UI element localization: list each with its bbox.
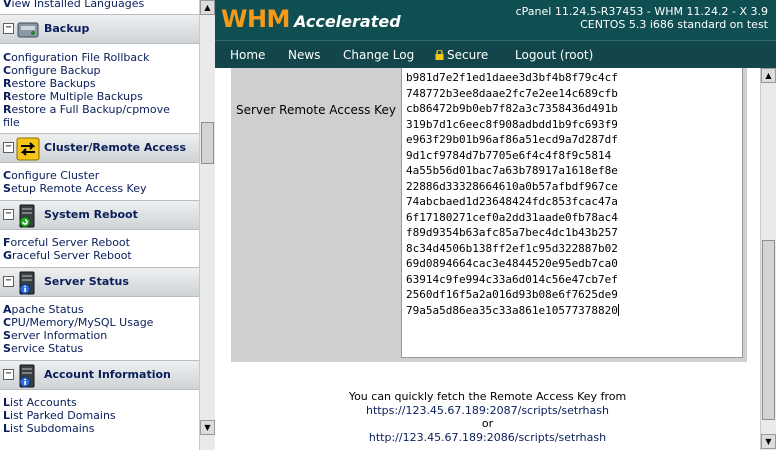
fetch-key-message: You can quickly fetch the Remote Access … [215,390,760,444]
nav-link-view-installed-languages[interactable]: View Installed Languages [3,0,144,10]
nav-link-list-accounts[interactable]: List Accounts [3,396,77,409]
key-line: 63914c9fe994c33a6d014c56e47cb7ef [406,272,618,286]
nav-link-forceful-server-reboot[interactable]: Forceful Server Reboot [3,236,130,249]
nav-link-server-information[interactable]: Server Information [3,329,107,342]
remote-access-key-textarea[interactable]: b981d7e2f1ed1daee3d3bf4b8f79c4cf 748772b3… [401,68,743,358]
nav-link-graceful-server-reboot[interactable]: Graceful Server Reboot [3,249,132,262]
nav-link-restore-multiple-backups[interactable]: Restore Multiple Backups [3,90,143,103]
left-nav-scrollbar[interactable]: ▲ ▼ [199,0,215,450]
left-nav-pane: View Installed Languages − Backup Config… [0,0,215,450]
collapse-toggle-icon[interactable]: − [3,142,14,153]
section-header-cluster-remote-access[interactable]: − Cluster/Remote Access [0,133,199,163]
section-title: Server Status [44,275,129,288]
key-line: b981d7e2f1ed1daee3d3bf4b8f79c4cf [406,71,618,84]
whm-header: WHM Accelerated cPanel 11.24.5-R37453 - W… [215,0,776,40]
nav-secure-link[interactable]: Secure [435,48,488,62]
nav-link-restore-backups[interactable]: Restore Backups [3,77,96,90]
account-info-icon [19,364,35,388]
scrollbar-thumb[interactable] [201,122,214,164]
scrollbar-thumb[interactable] [762,240,775,420]
collapse-toggle-icon[interactable]: − [3,209,14,220]
nav-link-configuration-file-rollback[interactable]: Configuration File Rollback [3,51,150,64]
key-line: 69d0894664cac3e4844520e95edb7ca0 [406,257,618,270]
section-header-system-reboot[interactable]: − System Reboot [0,200,199,230]
section-header-server-status[interactable]: − Server Status [0,267,199,297]
key-line: 22886d33328664610a0b57afbdf967ce [406,179,618,193]
remote-access-key-label: Server Remote Access Key [236,103,396,117]
content-scrollbar[interactable]: ▲ ▼ [760,68,776,450]
key-line: f89d9354b63afc85a7bec4dc1b43b257 [406,226,618,239]
fetch-key-http-link[interactable]: http://123.45.67.189:2086/scripts/setrha… [369,431,606,444]
whm-logo[interactable]: WHM Accelerated [221,5,401,35]
nav-news-link[interactable]: News [288,48,320,62]
scroll-down-button[interactable]: ▼ [200,420,215,435]
server-info: CENTOS 5.3 i686 standard on test [580,18,768,31]
nav-link-setup-remote-access-key[interactable]: Setup Remote Access Key [3,182,147,195]
collapse-toggle-icon[interactable]: − [3,369,14,380]
section-title: System Reboot [44,208,138,221]
logo-accelerated-text: Accelerated [293,12,401,31]
key-line: 6f17180271cef0a2dd31aade0fb78ac4 [406,210,618,224]
section-header-account-information[interactable]: − Account Information [0,360,199,390]
key-line: 748772b3ee8daae2fc7e2ee14c689cfb [406,86,618,100]
nav-home-link[interactable]: Home [230,48,265,62]
version-info: cPanel 11.24.5-R37453 - WHM 11.24.2 - X … [515,5,768,18]
scroll-down-button[interactable]: ▼ [761,434,776,449]
key-line: 4a55b56d01bac7a63b78917a1618ef8e [406,164,618,177]
lock-icon [435,50,444,60]
remote-access-key-value-cell: b981d7e2f1ed1daee3d3bf4b8f79c4cf 748772b3… [397,68,747,362]
key-line: 319b7d1c6eec8f908adbdd1b9fc693f9 [406,117,618,131]
fetch-key-intro: You can quickly fetch the Remote Access … [348,390,627,403]
nav-logout-link[interactable]: Logout (root) [515,48,593,62]
section-title: Cluster/Remote Access [44,141,186,154]
remote-access-key-label-cell: Server Remote Access Key [231,68,397,362]
collapse-toggle-icon[interactable]: − [3,276,14,287]
collapse-toggle-icon[interactable]: − [3,23,14,34]
logo-whm-text: WHM [221,5,290,33]
key-line: 8c34d4506b138ff2ef1c95d322887b02 [406,241,618,255]
main-content: Server Remote Access Key b981d7e2f1ed1da… [215,68,760,450]
nav-link-cpu-memory-mysql-usage[interactable]: CPU/Memory/MySQL Usage [3,316,153,329]
section-header-backup[interactable]: − Backup [0,14,199,44]
nav-link-service-status[interactable]: Service Status [3,342,83,355]
key-line: 79a5a5d86ea35c33a861e10577378820 [406,303,619,317]
left-nav-content: View Installed Languages − Backup Config… [0,0,199,450]
nav-changelog-link[interactable]: Change Log [343,48,414,62]
remote-access-key-text: b981d7e2f1ed1daee3d3bf4b8f79c4cf 748772b3… [406,70,619,318]
nav-link-configure-cluster[interactable]: Configure Cluster [3,169,99,182]
nav-secure-label: Secure [447,48,489,62]
key-line: 9d1cf9784d7b7705e6f4c4f8f9c5814 [406,148,612,162]
text-caret [617,303,619,316]
section-title: Backup [44,22,90,35]
server-reboot-icon [19,204,35,228]
fetch-key-https-link[interactable]: https://123.45.67.189:2087/scripts/setrh… [366,404,609,417]
top-navbar: Home News Change Log Secure Logout (root… [215,40,776,68]
fetch-key-or: or [481,417,494,430]
nav-link-list-subdomains[interactable]: List Subdomains [3,422,94,435]
section-title: Account Information [44,368,171,381]
cluster-arrows-icon [16,137,40,161]
backup-icon [17,22,39,38]
nav-link-apache-status[interactable]: Apache Status [3,303,84,316]
nav-link-restore-full-backup[interactable]: Restore a Full Backup/cpmove file [3,103,183,129]
scroll-up-button[interactable]: ▲ [200,0,215,15]
key-line: e963f29b01b96af86a51ecd9a7d287df [406,133,618,146]
key-line: 2560df16f5a2a016d93b08e6f7625de9 [406,288,618,301]
nav-link-list-parked-domains[interactable]: List Parked Domains [3,409,116,422]
server-status-icon [19,271,35,295]
nav-link-configure-backup[interactable]: Configure Backup [3,64,101,77]
key-line: 74abcbaed1d23648424fdc853fcac47a [406,195,618,208]
scroll-up-button[interactable]: ▲ [761,68,776,83]
key-line: cb86472b9b0eb7f82a3c7358436d491b [406,102,618,115]
